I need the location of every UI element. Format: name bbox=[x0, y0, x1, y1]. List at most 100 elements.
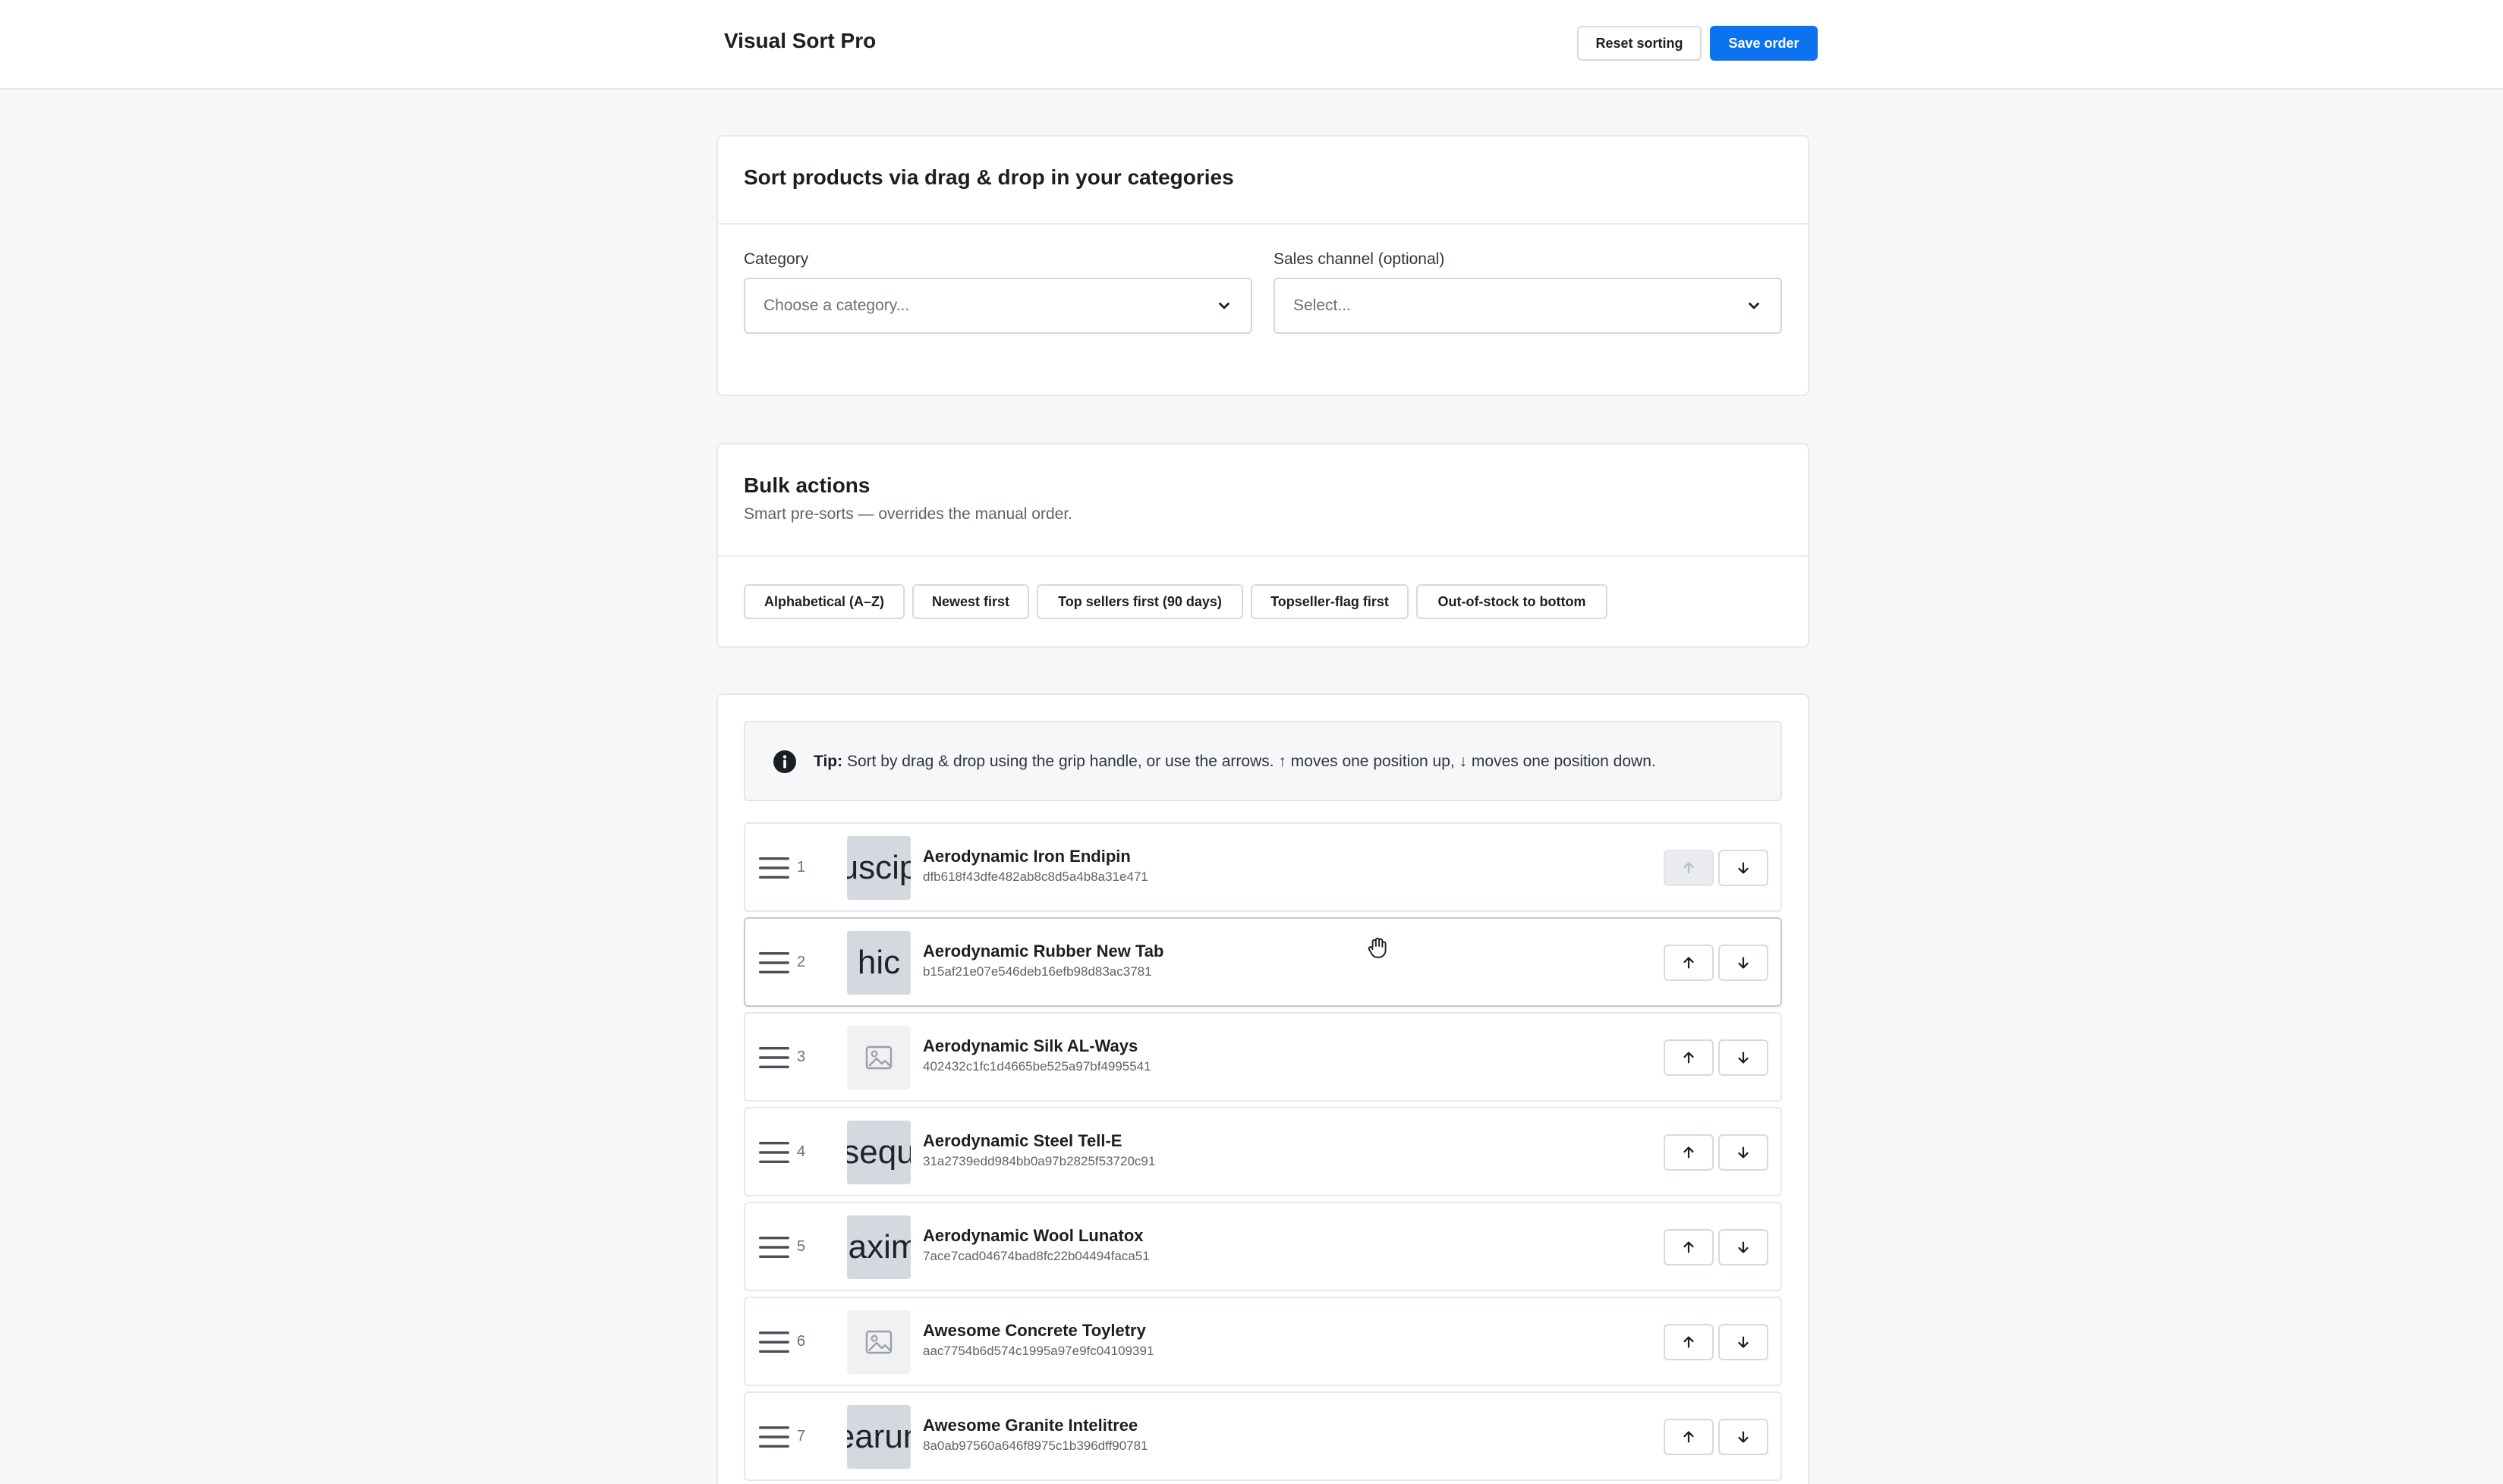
drag-handle-icon[interactable] bbox=[759, 1423, 789, 1451]
product-name: Awesome Concrete Toyletry bbox=[923, 1321, 1146, 1340]
bulk-actions-subtitle: Smart pre-sorts — overrides the manual o… bbox=[744, 505, 1073, 523]
product-id: 7ace7cad04674bad8fc22b04494faca51 bbox=[923, 1249, 1150, 1263]
tip-label: Tip: bbox=[814, 753, 843, 770]
sales-channel-select-value: Select... bbox=[1293, 297, 1351, 314]
sort-newest-first-button[interactable]: Newest first bbox=[912, 584, 1029, 619]
chevron-down-icon bbox=[1219, 302, 1229, 310]
row-position: 5 bbox=[797, 1238, 806, 1255]
thumbnail-text: suscipit bbox=[847, 849, 911, 886]
drag-handle-icon[interactable] bbox=[759, 1234, 789, 1261]
row-position: 6 bbox=[797, 1333, 806, 1350]
arrow-up-icon bbox=[1683, 862, 1694, 874]
image-placeholder-icon bbox=[865, 1330, 893, 1354]
product-id: dfb618f43dfe482ab8c8d5a4b8a31e471 bbox=[923, 869, 1148, 884]
product-name: Aerodynamic Iron Endipin bbox=[923, 847, 1131, 866]
category-label: Category bbox=[744, 250, 809, 268]
bulk-actions-title: Bulk actions bbox=[744, 473, 871, 497]
drag-handle-icon[interactable] bbox=[759, 1139, 789, 1166]
product-thumbnail bbox=[847, 1026, 911, 1089]
product-id: b15af21e07e546deb16efb98d83ac3781 bbox=[923, 964, 1152, 979]
move-down-button[interactable] bbox=[1718, 1134, 1768, 1171]
move-down-button[interactable] bbox=[1718, 1419, 1768, 1455]
sales-channel-label: Sales channel (optional) bbox=[1274, 250, 1445, 268]
drag-handle-icon[interactable] bbox=[759, 1044, 789, 1071]
app-title: Visual Sort Pro bbox=[724, 29, 877, 52]
reset-sorting-button[interactable]: Reset sorting bbox=[1577, 26, 1702, 61]
row-position: 2 bbox=[797, 954, 806, 970]
sort-card-title: Sort products via drag & drop in your ca… bbox=[744, 165, 1234, 189]
arrow-up-icon bbox=[1683, 1431, 1694, 1443]
arrow-down-icon bbox=[1738, 1146, 1749, 1159]
row-position: 1 bbox=[797, 859, 806, 876]
product-row[interactable]: 5 maxime Aerodynamic Wool Lunatox 7ace7c… bbox=[744, 1202, 1782, 1291]
sort-topseller-flag-button[interactable]: Topseller-flag first bbox=[1251, 584, 1409, 619]
product-id: 31a2739edd984bb0a97b2825f53720c91 bbox=[923, 1154, 1156, 1168]
chevron-down-icon bbox=[1749, 302, 1759, 310]
thumbnail-text: earun bbox=[847, 1418, 911, 1455]
sort-settings-card: Sort products via drag & drop in your ca… bbox=[716, 135, 1809, 396]
product-thumbnail: sequ bbox=[847, 1121, 911, 1184]
product-row[interactable]: 7 earun Awesome Granite Intelitree 8a0ab… bbox=[744, 1391, 1782, 1481]
divider bbox=[718, 555, 1808, 557]
move-down-button[interactable] bbox=[1718, 1324, 1768, 1360]
category-select[interactable]: Choose a category... bbox=[744, 278, 1252, 334]
move-up-button[interactable] bbox=[1664, 945, 1714, 981]
arrow-up-icon bbox=[1683, 1336, 1694, 1348]
product-row[interactable]: 1 suscipit Aerodynamic Iron Endipin dfb6… bbox=[744, 822, 1782, 912]
product-row[interactable]: 6 Awesome Concrete Toyletry aac7754b6d57… bbox=[744, 1297, 1782, 1386]
thumbnail-text: maxime bbox=[847, 1228, 911, 1265]
product-id: 402432c1fc1d4665be525a97bf4995541 bbox=[923, 1059, 1151, 1074]
product-row[interactable]: 3 Aerodynamic Silk AL-Ways 402432c1fc1d4… bbox=[744, 1012, 1782, 1102]
move-down-button[interactable] bbox=[1718, 1039, 1768, 1076]
drag-handle-icon[interactable] bbox=[759, 854, 789, 882]
arrow-down-icon bbox=[1738, 1052, 1749, 1064]
product-row[interactable]: 4 sequ Aerodynamic Steel Tell-E 31a2739e… bbox=[744, 1107, 1782, 1196]
arrow-up-icon bbox=[1683, 1146, 1694, 1159]
grab-cursor-icon bbox=[1368, 937, 1387, 958]
move-up-button[interactable] bbox=[1664, 1134, 1714, 1171]
product-id: aac7754b6d574c1995a97e9fc04109391 bbox=[923, 1344, 1154, 1358]
sales-channel-select[interactable]: Select... bbox=[1274, 278, 1782, 334]
move-up-button[interactable] bbox=[1664, 1419, 1714, 1455]
product-name: Aerodynamic Rubber New Tab bbox=[923, 942, 1164, 961]
divider bbox=[718, 223, 1808, 225]
row-position: 4 bbox=[797, 1143, 806, 1160]
tip-text: Tip: Sort by drag & drop using the grip … bbox=[814, 753, 1656, 771]
move-down-button[interactable] bbox=[1718, 1229, 1768, 1265]
arrow-up-icon bbox=[1683, 957, 1694, 969]
move-down-button[interactable] bbox=[1718, 945, 1768, 981]
arrow-down-icon bbox=[1738, 1431, 1749, 1443]
product-thumbnail bbox=[847, 1310, 911, 1374]
arrow-down-icon bbox=[1738, 1336, 1749, 1348]
bulk-actions-card: Bulk actions Smart pre-sorts — overrides… bbox=[716, 443, 1809, 648]
top-bar: Visual Sort Pro Reset sorting Save order bbox=[0, 0, 2503, 90]
move-up-button[interactable] bbox=[1664, 1039, 1714, 1076]
category-select-value: Choose a category... bbox=[763, 297, 910, 314]
move-up-button[interactable] bbox=[1664, 1324, 1714, 1360]
move-up-button bbox=[1664, 850, 1714, 886]
row-position: 3 bbox=[797, 1049, 806, 1065]
sort-top-sellers-button[interactable]: Top sellers first (90 days) bbox=[1037, 584, 1243, 619]
move-up-button[interactable] bbox=[1664, 1229, 1714, 1265]
product-list-card: Tip: Sort by drag & drop using the grip … bbox=[716, 693, 1809, 1484]
arrow-down-icon bbox=[1738, 862, 1749, 874]
arrow-up-icon bbox=[1683, 1241, 1694, 1253]
product-name: Aerodynamic Wool Lunatox bbox=[923, 1226, 1144, 1245]
sort-out-of-stock-bottom-button[interactable]: Out-of-stock to bottom bbox=[1416, 584, 1607, 619]
sort-alphabetical-button[interactable]: Alphabetical (A–Z) bbox=[744, 584, 905, 619]
tip-banner: Tip: Sort by drag & drop using the grip … bbox=[744, 721, 1782, 801]
drag-handle-icon[interactable] bbox=[759, 1328, 789, 1356]
product-name: Aerodynamic Steel Tell-E bbox=[923, 1131, 1122, 1150]
product-thumbnail: earun bbox=[847, 1405, 911, 1469]
product-thumbnail: suscipit bbox=[847, 836, 911, 900]
arrow-down-icon bbox=[1738, 957, 1749, 969]
product-id: 8a0ab97560a646f8975c1b396dff90781 bbox=[923, 1438, 1148, 1453]
drag-handle-icon[interactable] bbox=[759, 949, 789, 976]
product-row[interactable]: 2 hic Aerodynamic Rubber New Tab b15af21… bbox=[744, 917, 1782, 1007]
product-name: Aerodynamic Silk AL-Ways bbox=[923, 1036, 1138, 1055]
save-order-button[interactable]: Save order bbox=[1710, 26, 1818, 61]
tip-body: Sort by drag & drop using the grip handl… bbox=[842, 753, 1656, 770]
product-name: Awesome Granite Intelitree bbox=[923, 1416, 1138, 1435]
move-down-button[interactable] bbox=[1718, 850, 1768, 886]
product-thumbnail: hic bbox=[847, 931, 911, 995]
